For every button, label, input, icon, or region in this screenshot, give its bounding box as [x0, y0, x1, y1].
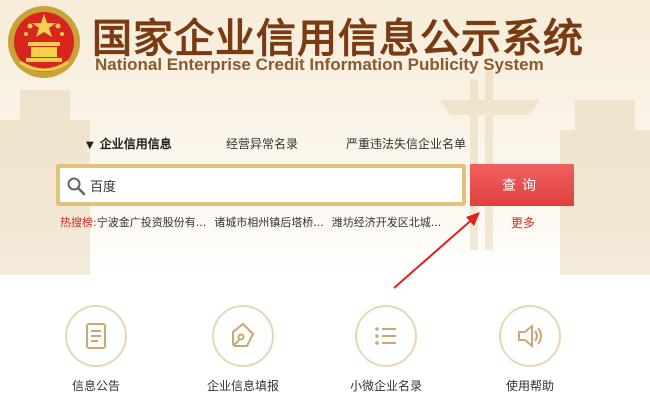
hot-search-label: 热搜榜:: [60, 216, 97, 229]
hot-search-item[interactable]: 诸城市相州镇后塔桥...: [214, 216, 324, 229]
function-usage-help[interactable]: 使用帮助: [480, 305, 580, 394]
more-link[interactable]: 更多: [511, 214, 535, 231]
speaker-icon: [518, 323, 542, 349]
function-label: 使用帮助: [505, 379, 554, 393]
pen-nib-icon: [232, 322, 255, 347]
search-input[interactable]: [90, 168, 450, 202]
function-label: 企业信息填报: [206, 379, 279, 393]
search-icon: [67, 177, 86, 196]
list-icon: [375, 327, 396, 345]
function-micro-enterprise-directory[interactable]: 小微企业名录: [336, 305, 436, 394]
function-label: 小微企业名录: [349, 379, 422, 393]
triangle-down-icon: ▼: [86, 140, 94, 151]
function-info-announcement[interactable]: 信息公告: [46, 305, 146, 394]
tab-enterprise-credit-info[interactable]: ▼ 企业信用信息: [86, 135, 172, 152]
national-emblem-icon: [8, 6, 80, 78]
function-label: 信息公告: [71, 379, 120, 393]
tab-abnormal-operation-list[interactable]: 经营异常名录: [226, 135, 298, 152]
function-enterprise-info-filing[interactable]: 企业信息填报: [193, 305, 293, 394]
document-icon: [86, 323, 106, 349]
tab-serious-violation-list[interactable]: 严重违法失信企业名单: [346, 135, 466, 152]
hot-search-item[interactable]: 宁波金广投资股份有...: [97, 216, 207, 229]
site-subtitle: National Enterprise Credit Information P…: [95, 55, 544, 74]
red-arrow-annotation: [393, 212, 480, 289]
